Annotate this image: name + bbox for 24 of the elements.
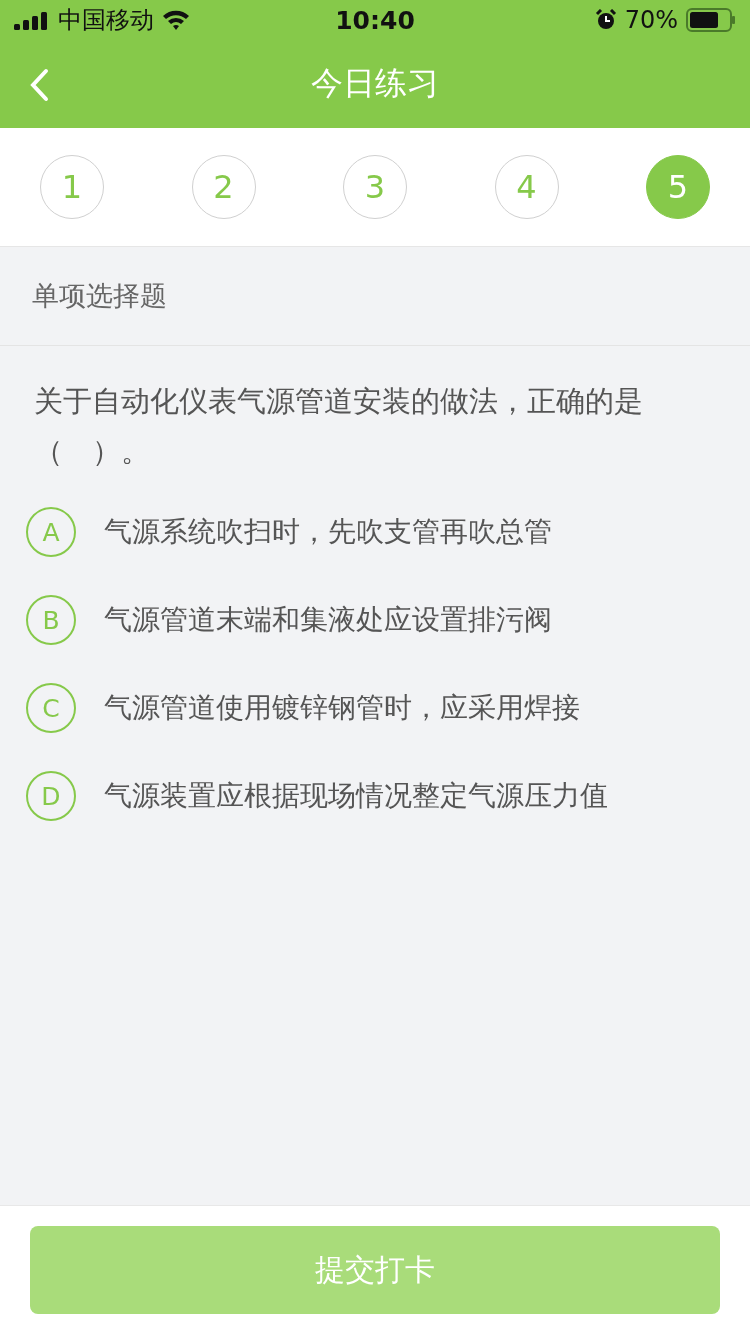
signal-icon	[14, 10, 50, 30]
option-text[interactable]: 气源装置应根据现场情况整定气源压力值	[104, 777, 608, 815]
question-number-tab[interactable]: 2	[191, 155, 256, 219]
question-number-tab[interactable]: 1	[40, 155, 104, 219]
alarm-icon	[594, 9, 617, 31]
clock-time: 10:40	[335, 5, 415, 35]
question-number-tab[interactable]: 5	[646, 155, 710, 219]
question-number-tab[interactable]: 3	[343, 155, 407, 219]
option-letter[interactable]: B	[26, 595, 76, 645]
option-text[interactable]: 气源管道使用镀锌钢管时，应采用焊接	[104, 689, 580, 727]
question-type: 单项选择题	[32, 279, 167, 313]
option-text[interactable]: 气源系统吹扫时，先吹支管再吹总管	[104, 513, 552, 551]
wifi-icon	[162, 9, 190, 31]
carrier-name: 中国移动	[58, 5, 154, 36]
question-text: 关于自动化仪表气源管道安装的做法，正确的是（ ）。	[33, 383, 644, 470]
question-number-tab[interactable]: 4	[494, 155, 559, 219]
option-letter[interactable]: D	[26, 771, 76, 821]
battery-percent: 70%	[624, 6, 678, 34]
option-letter[interactable]: C	[26, 683, 76, 733]
option-letter[interactable]: A	[26, 507, 76, 557]
battery-icon	[686, 8, 736, 32]
option-text[interactable]: 气源管道末端和集液处应设置排污阀	[104, 601, 552, 639]
page-title: 今日练习	[311, 63, 439, 104]
back-icon[interactable]	[28, 68, 50, 102]
